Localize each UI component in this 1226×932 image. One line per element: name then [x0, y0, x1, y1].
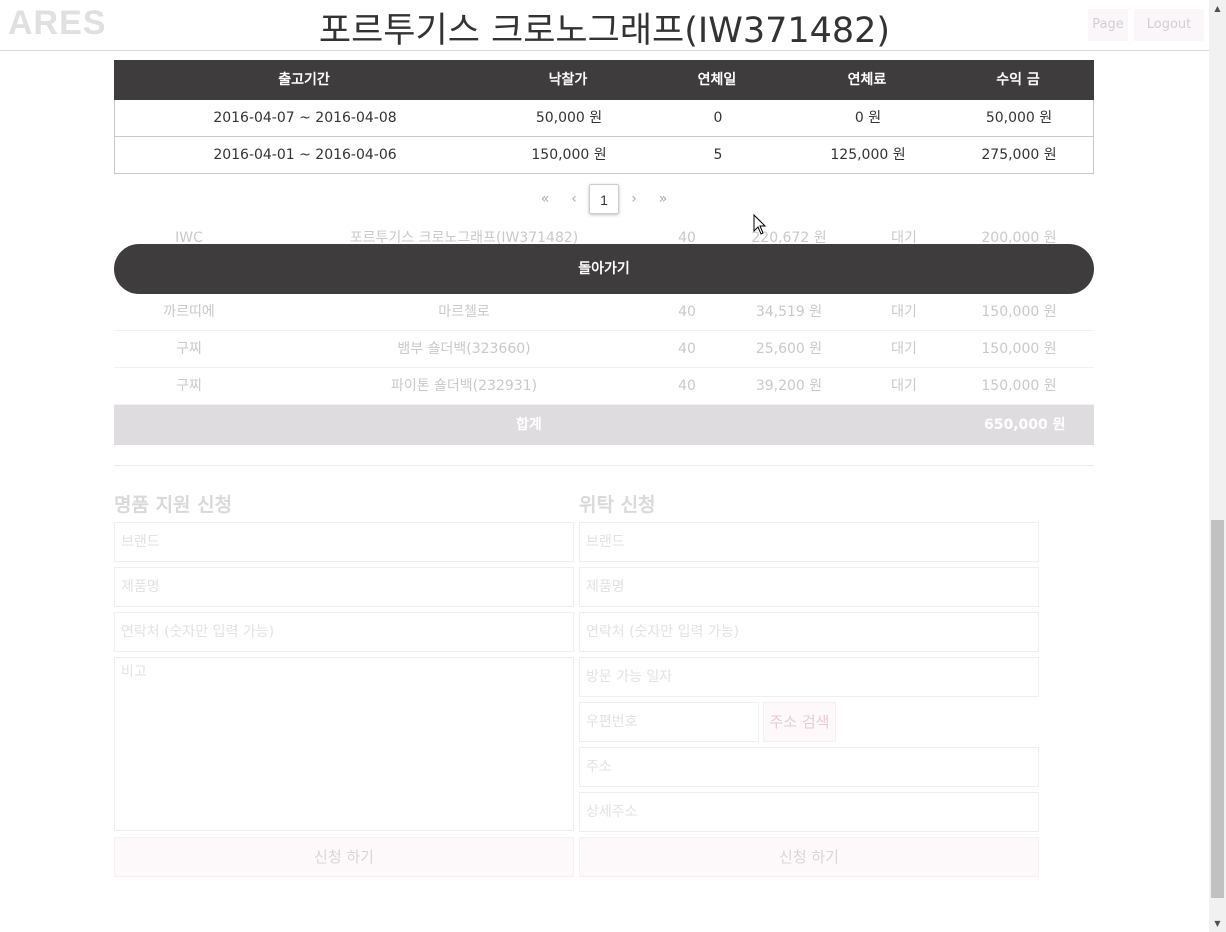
cell-days: 40: [678, 341, 696, 357]
col-revenue: 수익 금: [996, 72, 1040, 88]
sum-label: 합계: [516, 417, 542, 433]
cell-total: 150,000 원: [981, 378, 1057, 394]
cell-state: 대기: [891, 341, 917, 357]
consign-brand-field[interactable]: 브랜드: [579, 522, 1039, 562]
support-form-title: 명품 지원 신청: [114, 494, 233, 516]
consign-zip-field[interactable]: 우편번호: [579, 702, 759, 742]
table-row: 2016-04-01 ~ 2016-04-06 150,000 원 5 125,…: [114, 137, 1094, 174]
sum-value: 650,000 원: [984, 417, 1066, 433]
support-product-field[interactable]: 제품명: [114, 567, 574, 607]
cell-brand: 까르띠에: [163, 304, 215, 320]
scroll-up-icon[interactable]: ▲: [1209, 0, 1226, 17]
cell-brand: 구찌: [176, 378, 202, 394]
mouse-cursor-icon: [753, 214, 767, 235]
page-1-button[interactable]: 1: [589, 184, 619, 214]
modal-title: 포르투기스 크로노그래프(IW371482): [318, 11, 891, 51]
cell-period: 2016-04-07 ~ 2016-04-08: [213, 110, 397, 126]
table-row[interactable]: 까르띠에 마르첼로 40 34,519 원 대기 150,000 원: [114, 294, 1094, 331]
consign-form-title: 위탁 신청: [579, 494, 656, 516]
cell-late-days: 5: [713, 147, 723, 163]
cell-product: 파이톤 숄더백(232931): [390, 378, 538, 394]
scrollbar[interactable]: ▲ ▼: [1209, 0, 1226, 932]
consign-submit-button[interactable]: 신청 하기: [579, 837, 1039, 877]
consign-phone-field[interactable]: 연락처 (숫자만 입력 가능): [579, 612, 1039, 652]
cell-revenue: 50,000 원: [985, 110, 1053, 126]
consign-address-field[interactable]: 주소: [579, 747, 1039, 787]
support-memo-field[interactable]: 비고: [114, 657, 574, 831]
cell-product: 뱀부 숄더백(323660): [397, 341, 531, 357]
cell-total: 150,000 원: [981, 341, 1057, 357]
pagination: « ‹ 1 › »: [530, 184, 680, 214]
table-row[interactable]: 구찌 파이톤 숄더백(232931) 40 39,200 원 대기 150,00…: [114, 368, 1094, 405]
cell-price: 39,200 원: [755, 378, 823, 394]
address-search-button[interactable]: 주소 검색: [763, 702, 836, 742]
cell-total: 150,000 원: [981, 304, 1057, 320]
cell-late-fee: 0 원: [854, 110, 882, 126]
col-period: 출고기간: [278, 72, 330, 88]
support-brand-field[interactable]: 브랜드: [114, 522, 574, 562]
table-sum-row: 합계 650,000 원: [114, 405, 1094, 445]
cell-price: 25,600 원: [755, 341, 823, 357]
cell-bid: 50,000 원: [535, 110, 603, 126]
table-header: 출고기간 낙찰가 연체일 연체료 수익 금: [114, 60, 1094, 100]
consign-product-field[interactable]: 제품명: [579, 567, 1039, 607]
support-phone-field[interactable]: 연락처 (숫자만 입력 가능): [114, 612, 574, 652]
cell-state: 대기: [891, 378, 917, 394]
page: IWC 포르투기스 크로노그래프(IW371482) 40 220,672 원 …: [0, 0, 1226, 932]
support-submit-button[interactable]: 신청 하기: [114, 837, 574, 877]
col-bid: 낙찰가: [548, 72, 588, 88]
section-divider: [114, 465, 1094, 466]
cell-price: 34,519 원: [755, 304, 823, 320]
cell-revenue: 275,000 원: [981, 147, 1057, 163]
col-late-days: 연체일: [697, 72, 737, 88]
consign-address-detail-field[interactable]: 상세주소: [579, 792, 1039, 832]
next-page-button[interactable]: ›: [619, 184, 649, 214]
cell-days: 40: [678, 304, 696, 320]
cell-product: 마르첼로: [438, 304, 490, 320]
first-page-button[interactable]: «: [530, 184, 560, 214]
table-row[interactable]: 구찌 뱀부 숄더백(323660) 40 25,600 원 대기 150,000…: [114, 331, 1094, 368]
cell-state: 대기: [891, 304, 917, 320]
cell-period: 2016-04-01 ~ 2016-04-06: [213, 147, 397, 163]
cell-bid: 150,000 원: [531, 147, 607, 163]
col-late-fee: 연체료: [847, 72, 887, 88]
cell-late-fee: 125,000 원: [830, 147, 906, 163]
scroll-down-icon[interactable]: ▼: [1209, 915, 1226, 932]
back-button[interactable]: 돌아가기: [114, 244, 1094, 294]
cell-late-days: 0: [713, 110, 723, 126]
table-row: 2016-04-07 ~ 2016-04-08 50,000 원 0 0 원 5…: [114, 100, 1094, 137]
cell-brand: 구찌: [176, 341, 202, 357]
last-page-button[interactable]: »: [648, 184, 678, 214]
scrollbar-thumb[interactable]: [1211, 520, 1224, 898]
consign-visit-date-field[interactable]: 방문 가능 일자: [579, 657, 1039, 697]
cell-days: 40: [678, 378, 696, 394]
prev-page-button[interactable]: ‹: [559, 184, 589, 214]
